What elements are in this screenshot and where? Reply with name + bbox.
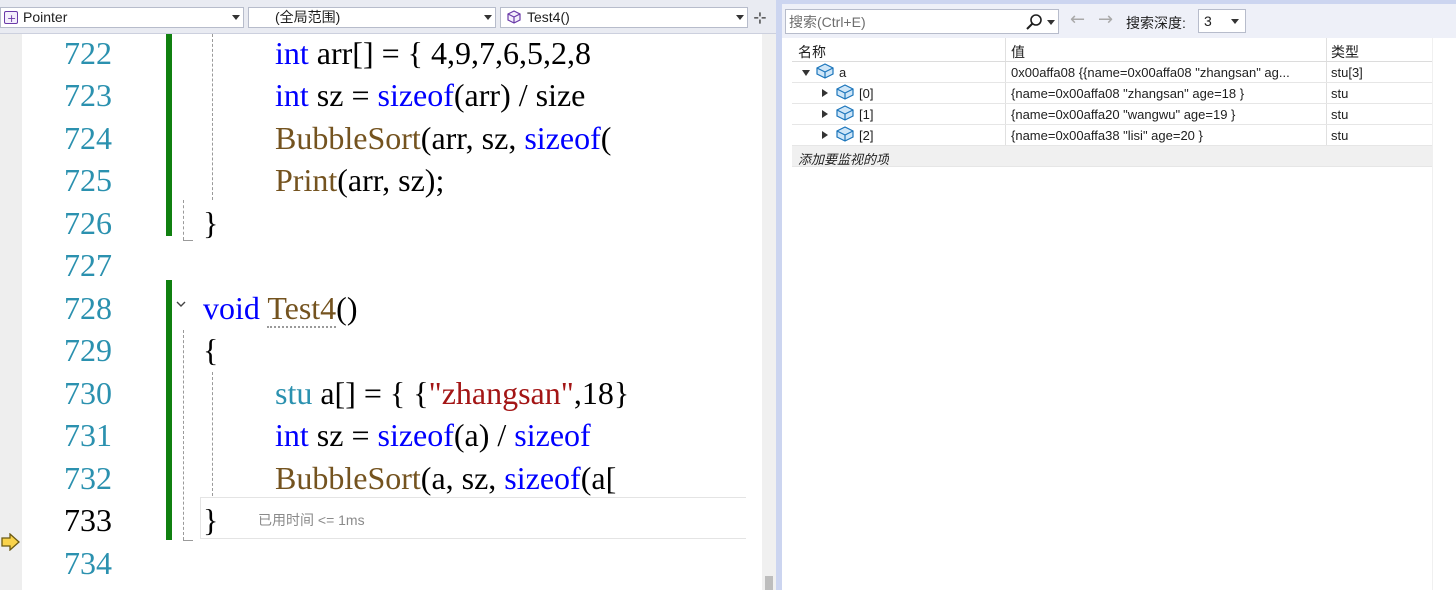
- watch-row-name: [0]: [859, 86, 874, 101]
- struct-object-icon: [836, 105, 854, 124]
- line-number: 729: [64, 332, 112, 368]
- scope-guide: [183, 330, 184, 540]
- watch-row-name: a: [839, 65, 847, 80]
- search-next-arrow-icon[interactable]: →: [1098, 9, 1113, 30]
- breakpoint-margin[interactable]: [0, 34, 22, 590]
- grid-header: 名称 值 类型: [792, 38, 1432, 62]
- scope-guide: [183, 200, 184, 240]
- line-number: 727: [64, 247, 112, 283]
- line-number: 722: [64, 35, 112, 71]
- watch-row[interactable]: [1] {name=0x00affa20 "wangwu" age=19 } s…: [792, 104, 1432, 125]
- struct-object-icon: [836, 126, 854, 145]
- search-previous-arrow-icon[interactable]: ←: [1070, 9, 1085, 30]
- struct-object-icon: [836, 84, 854, 103]
- watch-row-value[interactable]: {name=0x00affa20 "wangwu" age=19 }: [1011, 107, 1326, 122]
- code-line-728[interactable]: void Test4(): [203, 289, 357, 331]
- project-dropdown[interactable]: Pointer: [0, 7, 244, 28]
- split-editor-icon[interactable]: ⊹: [750, 9, 770, 29]
- collapse-triangle-icon[interactable]: [802, 70, 810, 76]
- search-box[interactable]: [785, 9, 1059, 34]
- watch-row-type: stu: [1331, 128, 1349, 143]
- line-number-current: 733: [64, 502, 112, 538]
- current-statement-arrow-icon: [1, 532, 21, 555]
- column-header-value[interactable]: 值: [1011, 42, 1326, 62]
- line-number: 724: [64, 120, 112, 156]
- column-header-name[interactable]: 名称: [798, 42, 1011, 62]
- code-line-724[interactable]: BubbleSort(arr, sz, sizeof(: [275, 119, 611, 161]
- editor-vertical-scrollbar[interactable]: [762, 34, 776, 590]
- code-line-730[interactable]: stu a[] = { {"zhangsan",18}: [275, 374, 629, 416]
- line-number: 730: [64, 375, 112, 411]
- indent-guide: [212, 372, 213, 496]
- scope-dropdown-label: (全局范围): [275, 9, 341, 25]
- code-line-722[interactable]: int arr[] = { 4,9,7,6,5,2,8: [275, 34, 591, 76]
- search-depth-select[interactable]: 3: [1198, 9, 1246, 33]
- column-header-type[interactable]: 类型: [1331, 42, 1431, 62]
- changed-lines-bar: [166, 34, 172, 236]
- navigation-bar: Pointer (全局范围) Test4() ⊹: [0, 0, 776, 34]
- watch-row-value[interactable]: {name=0x00affa38 "lisi" age=20 }: [1011, 128, 1326, 143]
- scope-guide: [183, 240, 193, 241]
- chevron-down-icon: [1231, 19, 1239, 24]
- add-watch-item-label: 添加要监视的项: [798, 152, 890, 167]
- code-line-723[interactable]: int sz = sizeof(arr) / size: [275, 76, 585, 118]
- code-line-729[interactable]: {: [203, 331, 218, 373]
- line-number: 728: [64, 290, 112, 326]
- expand-triangle-icon[interactable]: [822, 110, 828, 118]
- indent-guide: [212, 34, 213, 200]
- scope-dropdown[interactable]: (全局范围): [248, 7, 496, 28]
- watch-row-type: stu: [1331, 86, 1349, 101]
- watch-row-type: stu[3]: [1331, 65, 1363, 80]
- member-dropdown[interactable]: Test4(): [500, 7, 748, 28]
- expand-triangle-icon[interactable]: [822, 89, 828, 97]
- project-dropdown-label: Pointer: [23, 9, 68, 25]
- line-number: 732: [64, 460, 112, 496]
- search-depth-label: 搜索深度:: [1126, 15, 1186, 31]
- watch-row[interactable]: [0] {name=0x00affa08 "zhangsan" age=18 }…: [792, 83, 1432, 104]
- code-line-733[interactable]: }: [203, 501, 218, 543]
- line-number: 723: [64, 77, 112, 113]
- line-number: 726: [64, 205, 112, 241]
- perftip-elapsed-time[interactable]: 已用时间 <= 1ms: [258, 510, 365, 530]
- code-line-726[interactable]: }: [203, 204, 218, 246]
- chevron-down-icon: [736, 15, 744, 20]
- member-dropdown-label: Test4(): [527, 9, 570, 25]
- watch-row-name: [2]: [859, 128, 874, 143]
- watch-window: ← → 搜索深度: 3 名称 值 类型 a 0x00affa08 {{name=…: [782, 0, 1456, 590]
- watch-row[interactable]: [2] {name=0x00affa38 "lisi" age=20 } stu: [792, 125, 1432, 146]
- scope-guide: [183, 540, 193, 541]
- watch-toolbar: ← → 搜索深度: 3: [782, 4, 1456, 38]
- watch-row-value[interactable]: {name=0x00affa08 "zhangsan" age=18 }: [1011, 86, 1326, 101]
- scrollbar-thumb[interactable]: [765, 576, 773, 590]
- watch-row-name: [1]: [859, 107, 874, 122]
- watch-row[interactable]: a 0x00affa08 {{name=0x00affa08 "zhangsan…: [792, 62, 1432, 83]
- method-cube-icon: [507, 10, 521, 24]
- line-number: 731: [64, 417, 112, 453]
- search-icon[interactable]: [1025, 13, 1043, 35]
- cpp-project-icon: [4, 9, 18, 28]
- code-editor[interactable]: Pointer (全局范围) Test4() ⊹ 722 723 724 725…: [0, 0, 776, 590]
- watch-row-value[interactable]: 0x00affa08 {{name=0x00affa08 "zhangsan" …: [1011, 65, 1326, 80]
- changed-lines-bar: [166, 280, 172, 540]
- code-line-725[interactable]: Print(arr, sz);: [275, 161, 444, 203]
- struct-object-icon: [816, 63, 834, 82]
- code-line-731[interactable]: int sz = sizeof(a) / sizeof: [275, 416, 591, 458]
- search-input[interactable]: [789, 12, 1019, 32]
- search-options-chevron-icon[interactable]: [1047, 20, 1055, 25]
- watch-row-type: stu: [1331, 107, 1349, 122]
- expand-triangle-icon[interactable]: [822, 131, 828, 139]
- line-number: 734: [64, 545, 112, 581]
- chevron-down-icon: [484, 15, 492, 20]
- collapse-chevron-icon[interactable]: [175, 298, 189, 312]
- search-depth-value: 3: [1204, 13, 1212, 29]
- line-number: 725: [64, 162, 112, 198]
- chevron-down-icon: [232, 15, 240, 20]
- add-watch-item-row[interactable]: 添加要监视的项: [792, 146, 1432, 167]
- watch-vertical-scrollbar[interactable]: [1432, 38, 1456, 590]
- code-line-732[interactable]: BubbleSort(a, sz, sizeof(a[: [275, 459, 616, 501]
